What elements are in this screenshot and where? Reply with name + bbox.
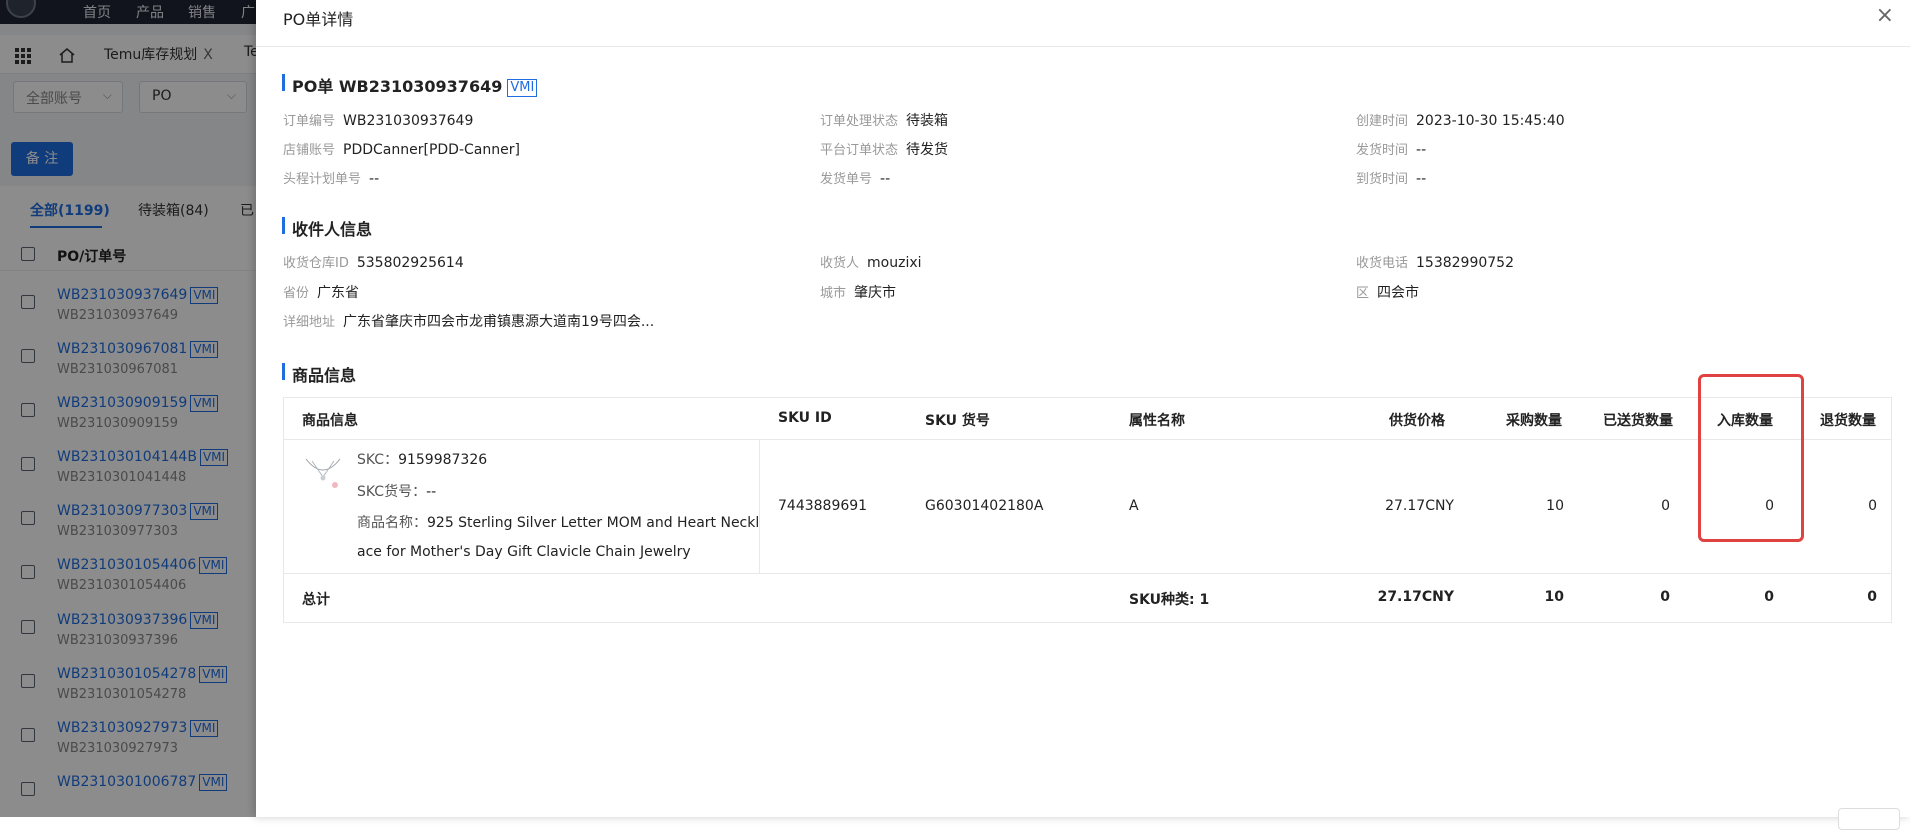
- field-value: --: [880, 171, 891, 187]
- field-city: 城市 肇庆市: [820, 282, 896, 302]
- field-warehouse-id: 收货仓库ID 535802925614: [283, 252, 464, 271]
- field-label: 订单处理状态: [820, 114, 899, 129]
- field-label: 省份: [283, 286, 310, 301]
- vmi-badge: VMI: [507, 79, 538, 97]
- delivered-qty-total: 0: [1660, 589, 1670, 605]
- product-name-label: 商品名称：: [357, 515, 427, 531]
- field-value: mouzixi: [867, 255, 922, 271]
- receiver-section-title: 收件人信息: [282, 216, 372, 240]
- field-value: 15382990752: [1416, 255, 1514, 271]
- field-province: 省份 广东省: [283, 282, 359, 302]
- skc-label: SKC：: [357, 452, 399, 468]
- col-sku-id: SKU ID: [778, 410, 832, 426]
- col-delivered-qty: 已送货数量: [1603, 413, 1673, 429]
- field-value: 四会市: [1377, 285, 1420, 301]
- col-return-qty: 退货数量: [1820, 413, 1876, 429]
- inbound-qty-highlight: [1698, 374, 1804, 542]
- delivered-qty-cell: 0: [1661, 498, 1670, 514]
- field-label: 详细地址: [283, 315, 336, 330]
- product-name-line-2: ace for Mother's Day Gift Clavicle Chain…: [357, 544, 691, 560]
- price-cell: 27.17CNY: [1385, 498, 1454, 514]
- close-icon[interactable]: ×: [1876, 4, 1894, 28]
- field-label: 创建时间: [1356, 114, 1409, 129]
- sku-kinds-total: SKU种类: 1: [1129, 592, 1210, 608]
- sku-id-cell: 7443889691: [778, 498, 868, 514]
- drawer-header: PO单详情 ×: [256, 0, 1910, 47]
- field-store-account: 店铺账号 PDDCanner[PDD-Canner]: [283, 139, 520, 158]
- field-value: 待发货: [906, 142, 949, 158]
- field-value: 广东省: [317, 285, 360, 301]
- field-value: 待装箱: [906, 113, 949, 129]
- field-value: --: [1416, 142, 1427, 158]
- skc-no-value: --: [426, 484, 437, 500]
- field-value: 肇庆市: [854, 285, 897, 301]
- return-qty-cell: 0: [1868, 498, 1877, 514]
- field-value: --: [1416, 171, 1427, 187]
- field-district: 区四会市: [1356, 282, 1419, 302]
- field-firstleg-plan: 头程计划单号 --: [283, 168, 379, 187]
- field-created-time: 创建时间 2023-10-30 15:45:40: [1356, 110, 1565, 129]
- skc-no-line: SKC货号：--: [357, 481, 436, 501]
- field-label: 头程计划单号: [283, 172, 362, 187]
- field-label: 订单编号: [283, 114, 336, 129]
- field-label: 到货时间: [1356, 172, 1409, 187]
- skc-value: 9159987326: [398, 452, 488, 468]
- purchase-qty-cell: 10: [1546, 498, 1564, 514]
- field-label: 收货电话: [1356, 256, 1409, 271]
- total-label: 总计: [302, 592, 330, 608]
- field-processing-status: 订单处理状态 待装箱: [820, 110, 948, 130]
- field-value: WB231030937649: [343, 113, 474, 129]
- field-label: 收货人: [820, 256, 860, 271]
- col-sku-no: SKU 货号: [925, 413, 990, 429]
- field-platform-status: 平台订单状态 待发货: [820, 139, 948, 159]
- po-section-title: PO单 WB231030937649 VMI: [282, 73, 538, 97]
- purchase-qty-total: 10: [1544, 589, 1564, 605]
- return-qty-total: 0: [1867, 589, 1877, 605]
- table-row: SKC：9159987326 SKC货号：-- 商品名称：925 Sterlin…: [284, 439, 1891, 574]
- col-attr: 属性名称: [1129, 413, 1185, 429]
- drawer-title: PO单详情: [283, 10, 354, 29]
- field-label: 发货时间: [1356, 143, 1409, 158]
- goods-section-title: 商品信息: [282, 362, 356, 386]
- field-label: 收货仓库ID: [283, 256, 349, 271]
- table-total-row: 总计 SKU种类: 1 27.17CNY 10 0 0 0: [284, 573, 1891, 623]
- price-total: 27.17CNY: [1377, 589, 1454, 605]
- field-label: 区: [1356, 286, 1370, 301]
- product-thumbnail[interactable]: [302, 451, 344, 493]
- po-title-text: PO单 WB231030937649: [292, 77, 503, 96]
- field-value: 535802925614: [356, 255, 464, 271]
- col-purchase-qty: 采购数量: [1506, 413, 1562, 429]
- corner-button[interactable]: [1838, 808, 1900, 830]
- col-product-info: 商品信息: [302, 413, 358, 429]
- column-divider: [759, 439, 760, 573]
- field-shipment-number: 发货单号 --: [820, 168, 890, 187]
- field-phone: 收货电话 15382990752: [1356, 252, 1514, 271]
- product-name-line: 商品名称：925 Sterling Silver Letter MOM and …: [357, 512, 759, 532]
- field-ship-time: 发货时间 --: [1356, 139, 1426, 158]
- sku-no-cell: G60301402180A: [925, 498, 1044, 514]
- field-value: --: [369, 171, 380, 187]
- field-receiver: 收货人 mouzixi: [820, 252, 922, 271]
- col-price: 供货价格: [1389, 413, 1445, 429]
- field-label: 发货单号: [820, 172, 873, 187]
- goods-table: 商品信息 SKU ID SKU 货号 属性名称 供货价格 采购数量 已送货数量 …: [283, 397, 1892, 623]
- field-arrival-time: 到货时间 --: [1356, 168, 1426, 187]
- skc-line: SKC：9159987326: [357, 449, 487, 469]
- po-detail-drawer: PO单详情 × PO单 WB231030937649 VMI 订单编号 WB2310…: [256, 0, 1910, 817]
- table-header: 商品信息 SKU ID SKU 货号 属性名称 供货价格 采购数量 已送货数量 …: [284, 398, 1891, 440]
- modal-overlay[interactable]: [0, 0, 256, 817]
- field-label: 平台订单状态: [820, 143, 899, 158]
- field-value: 2023-10-30 15:45:40: [1416, 113, 1565, 129]
- field-label: 店铺账号: [283, 143, 336, 158]
- field-order-number: 订单编号 WB231030937649: [283, 110, 473, 129]
- field-address: 详细地址 广东省肇庆市四会市龙甫镇惠源大道南19号四会...: [283, 311, 654, 331]
- attr-cell: A: [1129, 498, 1139, 514]
- inbound-qty-total: 0: [1764, 589, 1774, 605]
- field-value: PDDCanner[PDD-Canner]: [343, 142, 520, 158]
- field-value: 广东省肇庆市四会市龙甫镇惠源大道南19号四会...: [343, 314, 655, 330]
- product-name-value: 925 Sterling Silver Letter MOM and Heart…: [427, 515, 760, 531]
- skc-no-label: SKC货号：: [357, 484, 427, 500]
- field-label: 城市: [820, 286, 847, 301]
